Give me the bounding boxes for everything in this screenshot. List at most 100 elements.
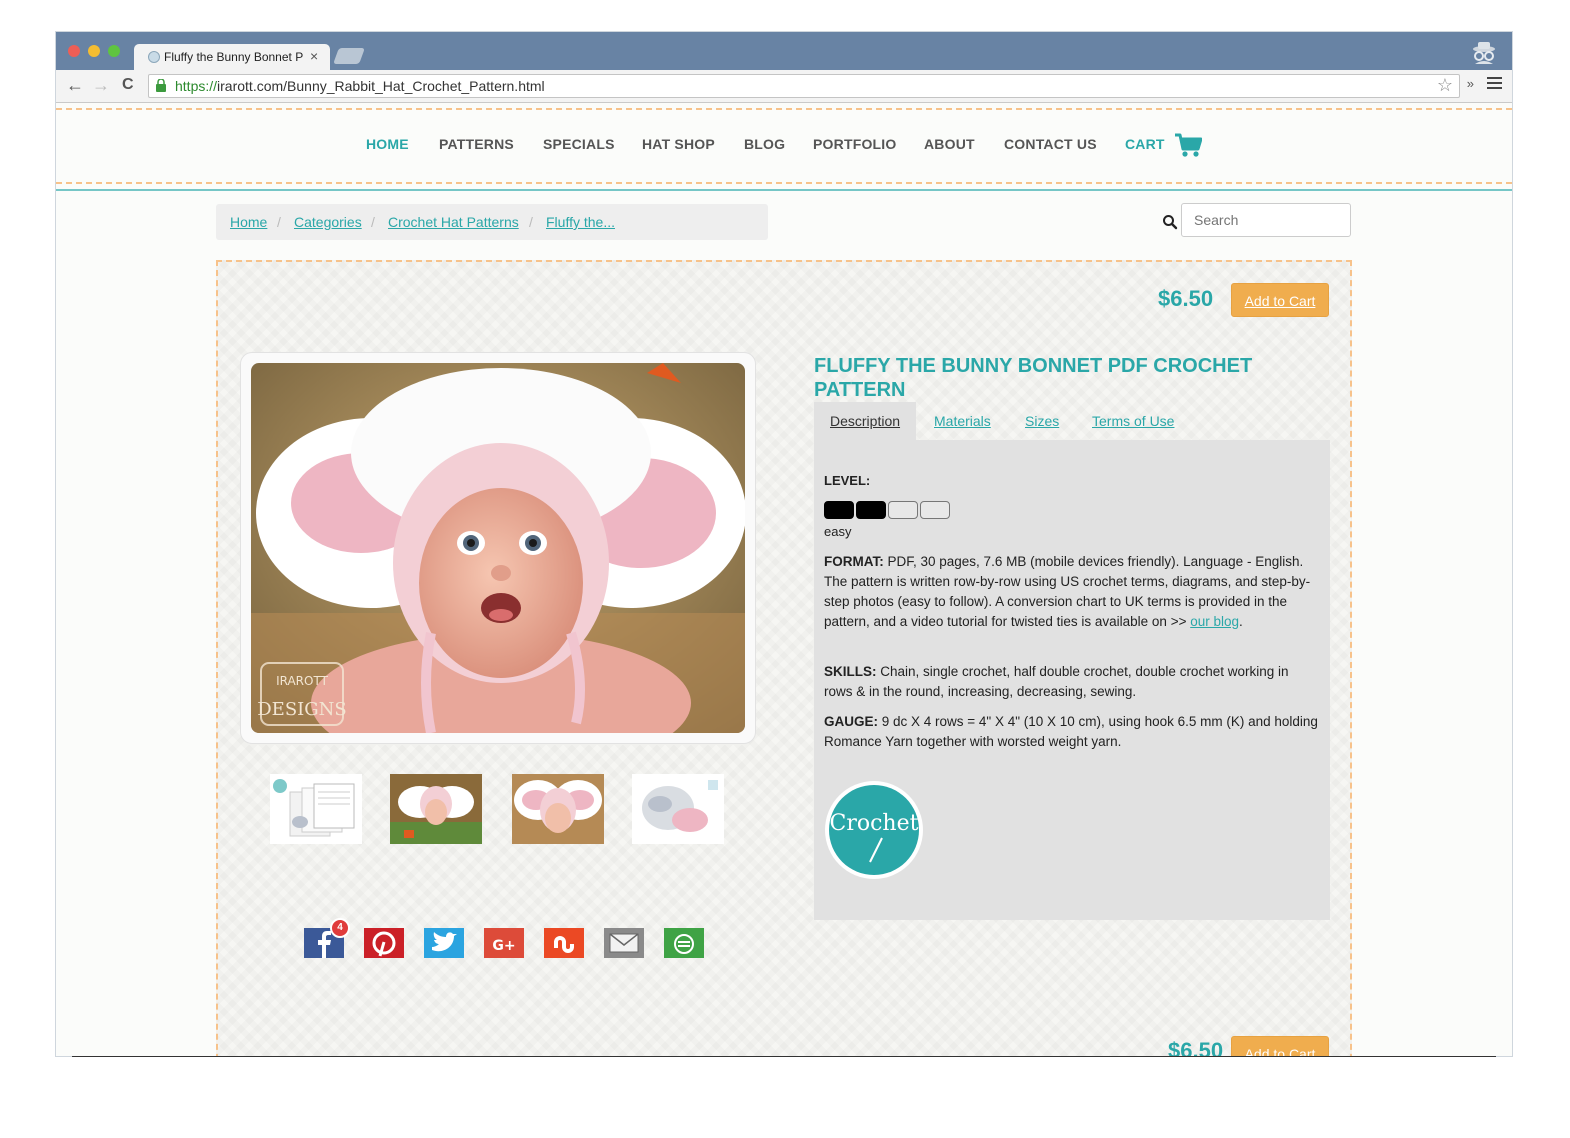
- thumbnail-pattern-pages[interactable]: [270, 774, 362, 844]
- difficulty-level-bar: [824, 501, 952, 521]
- skills-paragraph: SKILLS: Chain, single crochet, half doub…: [824, 662, 1318, 702]
- address-bar[interactable]: https://irarott.com/Bunny_Rabbit_Hat_Cro…: [148, 74, 1460, 98]
- add-to-cart-button-bottom[interactable]: Add to Cart: [1231, 1036, 1329, 1056]
- thumbnail-baby-photo-2[interactable]: [512, 774, 604, 844]
- level-value: easy: [824, 524, 852, 539]
- bonnet-thumbnail-image: [632, 774, 724, 844]
- nav-hat-shop[interactable]: HAT SHOP: [642, 136, 715, 152]
- nav-home[interactable]: HOME: [366, 136, 409, 152]
- skills-label: SKILLS:: [824, 664, 877, 679]
- product-panel: $6.50 Add to Cart DESIGNS IRAROTT 4 G+ F…: [216, 260, 1352, 1056]
- skills-text: Chain, single crochet, half double croch…: [824, 664, 1289, 699]
- new-tab-button[interactable]: [333, 48, 365, 64]
- maximize-window-button[interactable]: [108, 45, 120, 57]
- baby-thumbnail-image: [512, 774, 604, 844]
- extensions-overflow-icon[interactable]: »: [1467, 76, 1474, 91]
- level-segment: [920, 501, 950, 519]
- share-stumbleupon-button[interactable]: [544, 928, 584, 958]
- search-icon: [1163, 215, 1178, 230]
- breadcrumb-separator: /: [277, 214, 281, 230]
- baby-thumbnail-image: [390, 774, 482, 844]
- header-bottom-border: [56, 182, 1512, 184]
- search-input[interactable]: [1181, 203, 1351, 237]
- product-price-bottom: $6.50: [1168, 1038, 1224, 1056]
- minimize-window-button[interactable]: [88, 45, 100, 57]
- tab-description[interactable]: Description: [814, 402, 917, 440]
- url-path: irarott.com/Bunny_Rabbit_Hat_Crochet_Pat…: [217, 78, 545, 94]
- crochet-badge-text: Crochet: [830, 811, 919, 836]
- share-facebook-button[interactable]: 4: [304, 918, 350, 958]
- browser-tab[interactable]: Fluffy the Bunny Bonnet PDF Crochet ×: [134, 44, 330, 70]
- lock-icon: [156, 79, 166, 92]
- main-nav: HOME PATTERNS SPECIALS HAT SHOP BLOG POR…: [56, 132, 1512, 158]
- header-top-border: [56, 108, 1512, 110]
- back-button[interactable]: ←: [66, 75, 84, 96]
- share-email-button[interactable]: [604, 928, 644, 958]
- nav-patterns[interactable]: PATTERNS: [439, 136, 514, 152]
- tab-bar: Fluffy the Bunny Bonnet PDF Crochet ×: [56, 32, 1512, 70]
- product-main-image[interactable]: DESIGNS IRAROTT: [251, 363, 745, 733]
- browser-toolbar: ← → C https://irarott.com/Bunny_Rabbit_H…: [56, 70, 1512, 103]
- description-panel: LEVEL: easy FORMAT: PDF, 30 pages, 7.6 M…: [814, 440, 1330, 920]
- share-google-plus-button[interactable]: G+: [484, 928, 524, 958]
- pinterest-icon: [364, 928, 404, 958]
- gauge-label: GAUGE:: [824, 714, 878, 729]
- level-segment: [856, 501, 886, 519]
- reload-button[interactable]: C: [122, 76, 134, 94]
- tab-terms-of-use[interactable]: Terms of Use: [1092, 402, 1174, 440]
- format-end: .: [1239, 614, 1243, 629]
- gauge-text: 9 dc X 4 rows = 4" X 4" (10 X 10 cm), us…: [824, 714, 1318, 749]
- format-label: FORMAT:: [824, 554, 884, 569]
- stumbleupon-icon: [544, 928, 584, 958]
- nav-about[interactable]: ABOUT: [924, 136, 975, 152]
- format-paragraph: FORMAT: PDF, 30 pages, 7.6 MB (mobile de…: [824, 552, 1318, 632]
- tab-materials[interactable]: Materials: [934, 402, 991, 440]
- nav-blog[interactable]: BLOG: [744, 136, 785, 152]
- thumbnail-bonnet-product[interactable]: [632, 774, 724, 844]
- shopping-cart-icon[interactable]: [1174, 132, 1202, 158]
- nav-portfolio[interactable]: PORTFOLIO: [813, 136, 896, 152]
- incognito-icon: [1473, 42, 1495, 64]
- breadcrumb-categories[interactable]: Categories: [294, 214, 362, 230]
- url-text: https://irarott.com/Bunny_Rabbit_Hat_Cro…: [175, 78, 545, 94]
- browser-window: Fluffy the Bunny Bonnet PDF Crochet × ← …: [56, 32, 1512, 1056]
- header-divider: [56, 189, 1512, 191]
- forward-button[interactable]: →: [92, 75, 110, 96]
- close-window-button[interactable]: [68, 45, 80, 57]
- more-share-icon: [664, 928, 704, 958]
- tab-close-icon[interactable]: ×: [310, 48, 318, 64]
- breadcrumb-separator: /: [371, 214, 375, 230]
- breadcrumb-current[interactable]: Fluffy the...: [546, 214, 615, 230]
- watermark-top-text: IRAROTT: [276, 674, 329, 688]
- thumbnail-baby-photo-1[interactable]: [390, 774, 482, 844]
- nav-specials[interactable]: SPECIALS: [543, 136, 615, 152]
- pattern-pages-image: [270, 774, 362, 844]
- bookmark-star-icon[interactable]: ☆: [1437, 75, 1453, 96]
- baby-bunny-hat-photo: DESIGNS IRAROTT: [251, 363, 745, 733]
- level-segment: [888, 501, 918, 519]
- share-twitter-button[interactable]: [424, 928, 464, 958]
- breadcrumb-separator: /: [529, 214, 533, 230]
- nav-cart[interactable]: CART: [1125, 136, 1165, 152]
- favicon-icon: [148, 51, 160, 63]
- add-to-cart-button[interactable]: Add to Cart: [1231, 283, 1329, 317]
- tab-title: Fluffy the Bunny Bonnet PDF Crochet: [164, 50, 304, 64]
- tab-sizes[interactable]: Sizes: [1025, 402, 1059, 440]
- product-price: $6.50: [1158, 286, 1214, 311]
- our-blog-link[interactable]: our blog: [1190, 614, 1239, 629]
- twitter-icon: [424, 928, 464, 958]
- level-segment: [824, 501, 854, 519]
- breadcrumb-home[interactable]: Home: [230, 214, 267, 230]
- svg-text:G+: G+: [492, 938, 515, 954]
- share-pinterest-button[interactable]: [364, 928, 404, 958]
- watermark-text: DESIGNS: [257, 699, 346, 720]
- gauge-paragraph: GAUGE: 9 dc X 4 rows = 4" X 4" (10 X 10 …: [824, 712, 1318, 752]
- level-label: LEVEL:: [824, 473, 871, 488]
- crochet-badge-icon: Crochet: [825, 781, 923, 879]
- email-icon: [604, 928, 644, 958]
- breadcrumb-crochet-hat-patterns[interactable]: Crochet Hat Patterns: [388, 214, 519, 230]
- nav-contact-us[interactable]: CONTACT US: [1004, 136, 1097, 152]
- browser-menu-icon[interactable]: [1487, 77, 1502, 89]
- share-more-button[interactable]: [664, 928, 704, 958]
- url-scheme: https://: [175, 78, 218, 94]
